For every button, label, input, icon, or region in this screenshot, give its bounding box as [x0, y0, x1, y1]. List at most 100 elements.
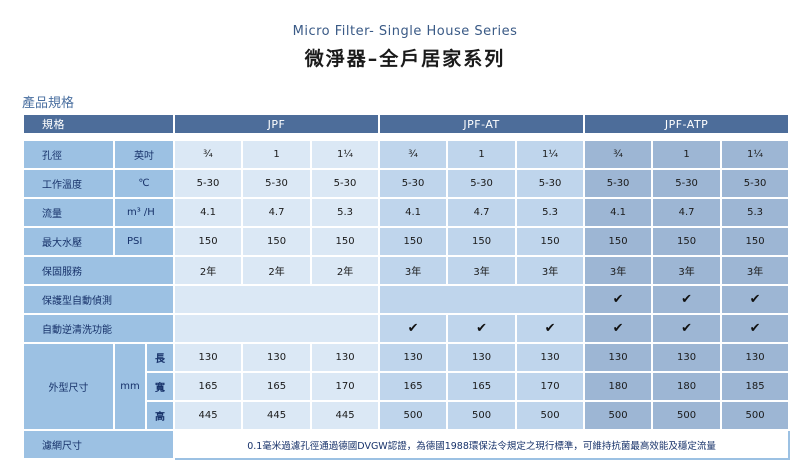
- cell: 170: [515, 371, 586, 402]
- cell: 130: [173, 342, 244, 373]
- cell: 2年: [310, 255, 381, 286]
- cell: 5.3: [515, 197, 586, 228]
- cell: 165: [378, 371, 449, 402]
- cell: 4.1: [173, 197, 244, 228]
- row-label: 保護型自動偵測: [21, 284, 176, 315]
- cell: 130: [241, 342, 313, 373]
- row-label: 孔徑: [22, 139, 115, 170]
- spec-header: 規格: [21, 113, 176, 135]
- cell: 180: [583, 371, 654, 402]
- cell: 5-30: [378, 168, 449, 199]
- cell: 130: [651, 342, 723, 373]
- cell: 130: [446, 342, 518, 373]
- cell: 3年: [583, 255, 654, 286]
- cell: 5-30: [241, 168, 313, 199]
- cell: 150: [446, 226, 518, 257]
- cell: 5.3: [310, 197, 381, 228]
- cell: 180: [651, 371, 723, 402]
- cell: ¾: [378, 139, 449, 170]
- row-warranty: 保固服務 2年 2年 2年 3年 3年 3年 3年 3年 3年: [21, 255, 791, 286]
- cell: 165: [241, 371, 313, 402]
- header-row: 規格 JPF JPF-AT JPF-ATP: [21, 113, 791, 135]
- group-header-jpf-at: JPF-AT: [378, 113, 586, 135]
- row-unit: mm: [113, 342, 147, 431]
- cell: 150: [651, 226, 723, 257]
- cell: 1: [241, 139, 313, 170]
- cell: 2年: [241, 255, 313, 286]
- spec-table: 規格 JPF JPF-AT JPF-ATP 孔徑 英吋 ¾ 1 1¼ ¾ 1 1…: [21, 113, 791, 460]
- row-unit: PSI: [112, 226, 176, 257]
- cell: 2年: [173, 255, 244, 286]
- row-label: 最大水壓: [22, 226, 115, 257]
- cell: 150: [515, 226, 586, 257]
- cell: 500: [378, 400, 449, 431]
- cell: 1¼: [515, 139, 586, 170]
- row-temp: 工作溫度 ℃ 5-30 5-30 5-30 5-30 5-30 5-30 5-3…: [22, 168, 791, 199]
- cell: 4.1: [378, 197, 449, 228]
- check-icon: ✔: [378, 313, 449, 344]
- cell: 3年: [720, 255, 791, 286]
- row-label: 外型尺寸: [22, 342, 115, 431]
- cell: 5-30: [720, 168, 791, 199]
- cell: 130: [515, 342, 586, 373]
- row-flow: 流量 m³ /H 4.1 4.7 5.3 4.1 4.7 5.3 4.1 4.7…: [22, 197, 791, 228]
- mesh-note: 0.1毫米過濾孔徑通過德國DVGW認證，為德國1988環保法令規定之現行標準，可…: [173, 429, 791, 460]
- cell: 1¼: [720, 139, 791, 170]
- row-mesh: 濾網尺寸 0.1毫米過濾孔徑通過德國DVGW認證，為德國1988環保法令規定之現…: [21, 429, 791, 460]
- cell: [378, 284, 586, 315]
- cell: 5.3: [720, 197, 791, 228]
- row-label: 濾網尺寸: [21, 429, 176, 460]
- cell: 130: [720, 342, 791, 373]
- cell: 1¼: [310, 139, 381, 170]
- cell: 3年: [651, 255, 723, 286]
- cell: ¾: [173, 139, 244, 170]
- row-label: 自動逆清洗功能: [21, 313, 176, 344]
- cell: 185: [720, 371, 791, 402]
- cell: 445: [173, 400, 244, 431]
- row-label: 工作溫度: [22, 168, 115, 199]
- cell: 165: [446, 371, 518, 402]
- cell: 170: [310, 371, 381, 402]
- row-unit: ℃: [112, 168, 176, 199]
- cell: 500: [720, 400, 791, 431]
- group-header-jpf: JPF: [173, 113, 381, 135]
- check-icon: ✔: [720, 313, 791, 344]
- cell: 130: [378, 342, 449, 373]
- check-icon: ✔: [651, 313, 723, 344]
- row-unit: 英吋: [112, 139, 176, 170]
- cell: 1: [446, 139, 518, 170]
- cell: 5-30: [651, 168, 723, 199]
- cell: 130: [583, 342, 654, 373]
- cell: 5-30: [446, 168, 518, 199]
- cell: 5-30: [173, 168, 244, 199]
- cell: 445: [310, 400, 381, 431]
- check-icon: ✔: [446, 313, 518, 344]
- cell: 165: [173, 371, 244, 402]
- row-label: 流量: [22, 197, 115, 228]
- page-title: 微淨器–全戶居家系列: [304, 48, 506, 70]
- row-label: 保固服務: [21, 255, 176, 286]
- cell: 445: [241, 400, 313, 431]
- section-label: 產品規格: [22, 96, 75, 111]
- check-icon: ✔: [515, 313, 586, 344]
- page-subtitle: Micro Filter- Single House Series: [292, 24, 518, 39]
- cell: 150: [583, 226, 654, 257]
- cell: 4.7: [446, 197, 518, 228]
- row-pore: 孔徑 英吋 ¾ 1 1¼ ¾ 1 1¼ ¾ 1 1¼: [22, 139, 791, 170]
- cell: 150: [720, 226, 791, 257]
- cell: 5-30: [583, 168, 654, 199]
- sub-label: 長: [144, 342, 176, 373]
- cell: 4.7: [651, 197, 723, 228]
- group-header-jpf-atp: JPF-ATP: [583, 113, 791, 135]
- cell: 150: [173, 226, 244, 257]
- cell: 500: [651, 400, 723, 431]
- cell: 3年: [446, 255, 518, 286]
- cell: 500: [583, 400, 654, 431]
- cell: [173, 284, 381, 315]
- check-icon: ✔: [583, 284, 654, 315]
- cell: 5-30: [515, 168, 586, 199]
- cell: [173, 313, 381, 344]
- cell: 4.1: [583, 197, 654, 228]
- cell: 1: [651, 139, 723, 170]
- row-auto-backwash: 自動逆清洗功能 ✔ ✔ ✔ ✔ ✔ ✔: [21, 313, 791, 344]
